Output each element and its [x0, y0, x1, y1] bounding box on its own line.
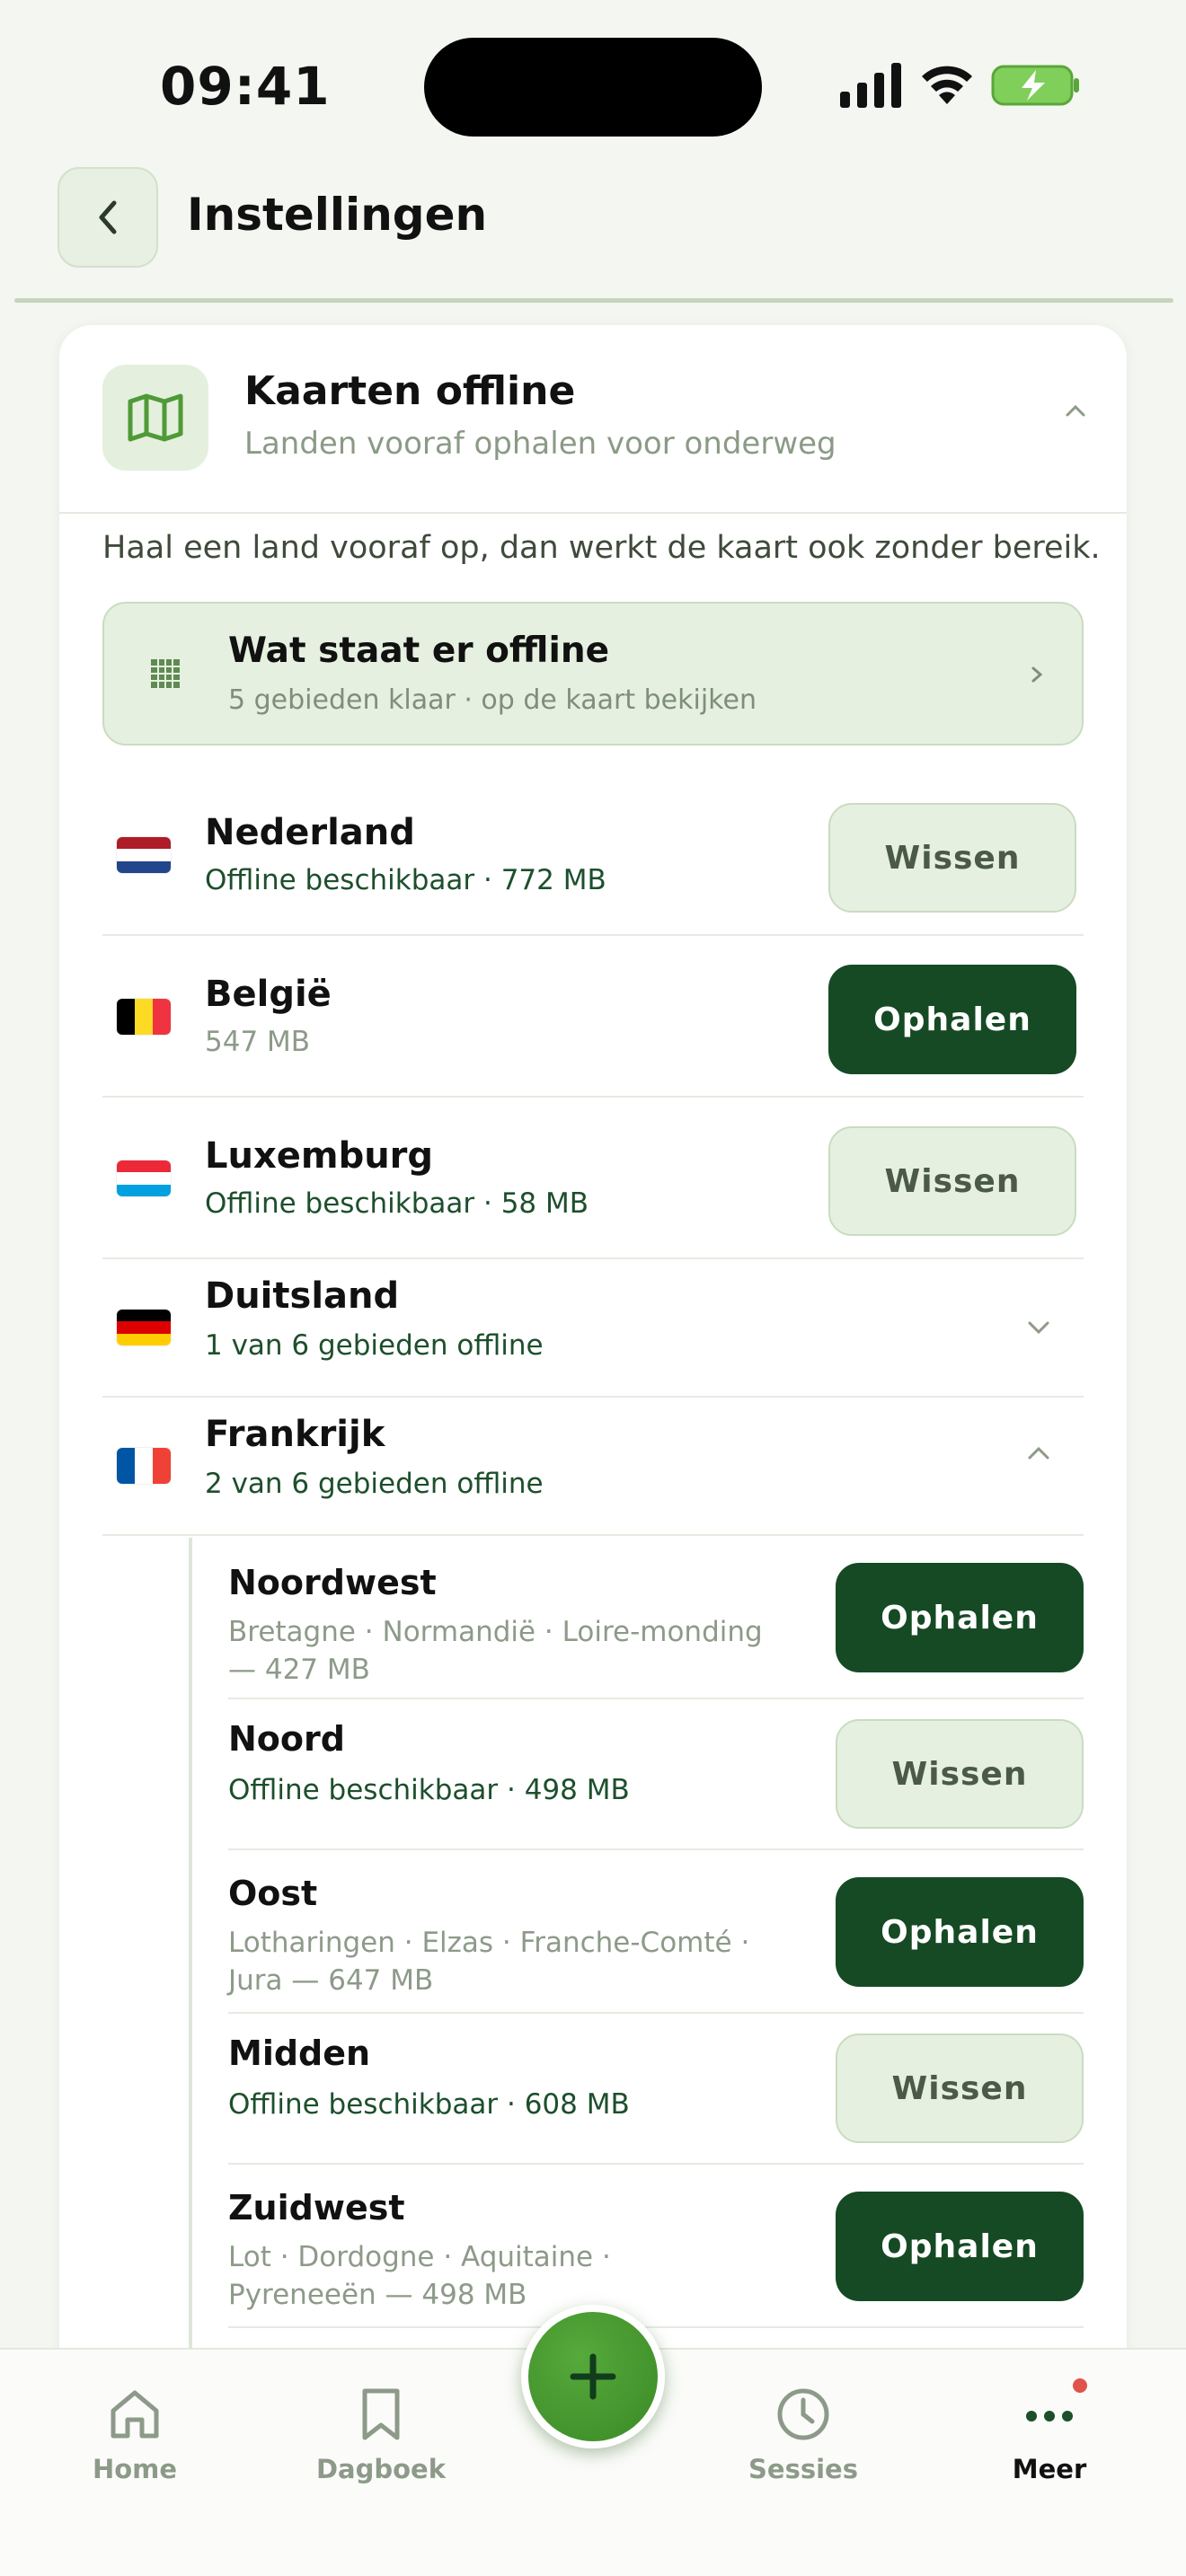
clear-button-noord[interactable]: Wissen	[836, 1719, 1084, 1829]
more-dots-icon	[1026, 2411, 1073, 2422]
clear-button-luxemburg[interactable]: Wissen	[828, 1126, 1076, 1236]
flag-belgium-icon	[117, 999, 171, 1035]
country-name: Frankrijk	[205, 1414, 385, 1455]
region-name: Oost	[228, 1874, 318, 1913]
region-row-zuidwest: Zuidwest Lot · Dordogne · Aquitaine · Py…	[228, 2165, 1084, 2328]
header-divider	[14, 298, 1173, 303]
country-row-nederland: Nederland Offline beschikbaar · 772 MB W…	[102, 774, 1084, 936]
card-header[interactable]: Kaarten offline Landen vooraf ophalen vo…	[59, 325, 1127, 514]
nav-sessions[interactable]: Sessies	[713, 2386, 893, 2484]
region-name: Midden	[228, 2033, 371, 2073]
map-badge	[102, 365, 208, 471]
intro-text: Haal een land vooraf op, dan werkt de ka…	[102, 530, 1101, 566]
chevron-left-icon	[99, 200, 117, 234]
country-name: Duitsland	[205, 1275, 400, 1317]
map-icon	[128, 393, 183, 442]
page-title: Instellingen	[187, 189, 488, 241]
clock-icon	[777, 2388, 829, 2440]
country-status: 1 van 6 gebieden offline	[205, 1329, 544, 1362]
region-description: Lot · Dordogne · Aquitaine · Pyreneeën —…	[228, 2241, 611, 2311]
fetch-button-noordwest[interactable]: Ophalen	[836, 1563, 1084, 1672]
wifi-icon	[922, 66, 972, 104]
bookmark-icon	[362, 2388, 400, 2440]
country-name: Luxemburg	[205, 1135, 434, 1177]
nav-journal[interactable]: Dagboek	[291, 2386, 471, 2484]
chevron-down-icon[interactable]	[1026, 1319, 1051, 1337]
region-description: Offline beschikbaar · 608 MB	[228, 2088, 630, 2121]
clear-button-nederland[interactable]: Wissen	[828, 803, 1076, 913]
nav-more[interactable]: Meer	[960, 2386, 1139, 2484]
country-row-luxemburg: Luxemburg Offline beschikbaar · 58 MB Wi…	[102, 1098, 1084, 1259]
clear-button-midden[interactable]: Wissen	[836, 2033, 1084, 2143]
plus-icon	[570, 2353, 616, 2400]
country-name: Nederland	[205, 812, 415, 853]
back-button[interactable]	[58, 167, 158, 268]
dynamic-island	[424, 38, 762, 137]
add-button[interactable]	[521, 2305, 665, 2448]
region-rail	[189, 1538, 192, 2391]
chevron-up-icon[interactable]	[1026, 1444, 1051, 1462]
country-status: 2 van 6 gebieden offline	[205, 1468, 544, 1500]
grid-icon	[151, 659, 180, 688]
header: Instellingen	[0, 167, 1186, 302]
cellular-signal-icon	[840, 63, 901, 108]
country-row-frankrijk[interactable]: Frankrijk 2 van 6 gebieden offline	[102, 1398, 1084, 1536]
fetch-button-zuidwest[interactable]: Ophalen	[836, 2192, 1084, 2301]
nav-home[interactable]: Home	[45, 2386, 225, 2484]
row-divider	[228, 2326, 1084, 2328]
battery-charging-icon	[991, 65, 1079, 106]
card-divider	[59, 512, 1127, 514]
region-row-noord: Noord Offline beschikbaar · 498 MB Wisse…	[228, 1699, 1084, 1850]
region-row-midden: Midden Offline beschikbaar · 608 MB Wiss…	[228, 2014, 1084, 2165]
region-description: Bretagne · Normandië · Loire-monding — 4…	[228, 1616, 763, 1686]
nav-label: Home	[92, 2454, 178, 2484]
notification-dot	[1073, 2378, 1087, 2393]
fetch-button-oost[interactable]: Ophalen	[836, 1877, 1084, 1987]
offline-summary-button[interactable]: Wat staat er offline 5 gebieden klaar · …	[102, 602, 1084, 745]
country-row-belgie: België 547 MB Ophalen	[102, 936, 1084, 1098]
card-subtitle: Landen vooraf ophalen voor onderweg	[244, 426, 836, 462]
offline-maps-card: Kaarten offline Landen vooraf ophalen vo…	[59, 325, 1127, 2391]
region-name: Zuidwest	[228, 2188, 405, 2228]
country-row-duitsland[interactable]: Duitsland 1 van 6 gebieden offline	[102, 1259, 1084, 1398]
region-name: Noordwest	[228, 1563, 437, 1602]
nav-label: Dagboek	[315, 2454, 447, 2484]
country-name: België	[205, 974, 332, 1015]
summary-title: Wat staat er offline	[228, 631, 610, 671]
country-status: Offline beschikbaar · 58 MB	[205, 1187, 589, 1220]
home-icon	[111, 2390, 159, 2439]
card-title: Kaarten offline	[244, 368, 576, 414]
summary-subtitle: 5 gebieden klaar · op de kaart bekijken	[228, 684, 757, 716]
flag-netherlands-icon	[117, 837, 171, 873]
flag-france-icon	[117, 1448, 171, 1484]
nav-label: Meer	[1012, 2454, 1087, 2484]
region-description: Lotharingen · Elzas · Franche-Comté · Ju…	[228, 1927, 750, 1997]
chevron-up-icon[interactable]	[1062, 397, 1089, 424]
fetch-button-belgie[interactable]: Ophalen	[828, 965, 1076, 1074]
nav-label: Sessies	[748, 2454, 858, 2484]
region-row-noordwest: Noordwest Bretagne · Normandië · Loire-m…	[228, 1536, 1084, 1699]
status-time: 09:41	[160, 56, 331, 117]
status-bar: 09:41	[0, 0, 1186, 162]
flag-germany-icon	[117, 1310, 171, 1345]
country-status: Offline beschikbaar · 772 MB	[205, 864, 606, 896]
flag-luxembourg-icon	[117, 1160, 171, 1196]
region-name: Noord	[228, 1719, 345, 1759]
country-status: 547 MB	[205, 1026, 311, 1058]
region-description: Offline beschikbaar · 498 MB	[228, 1774, 630, 1806]
chevron-right-icon	[1031, 666, 1043, 683]
region-row-oost: Oost Lotharingen · Elzas · Franche-Comté…	[228, 1850, 1084, 2014]
